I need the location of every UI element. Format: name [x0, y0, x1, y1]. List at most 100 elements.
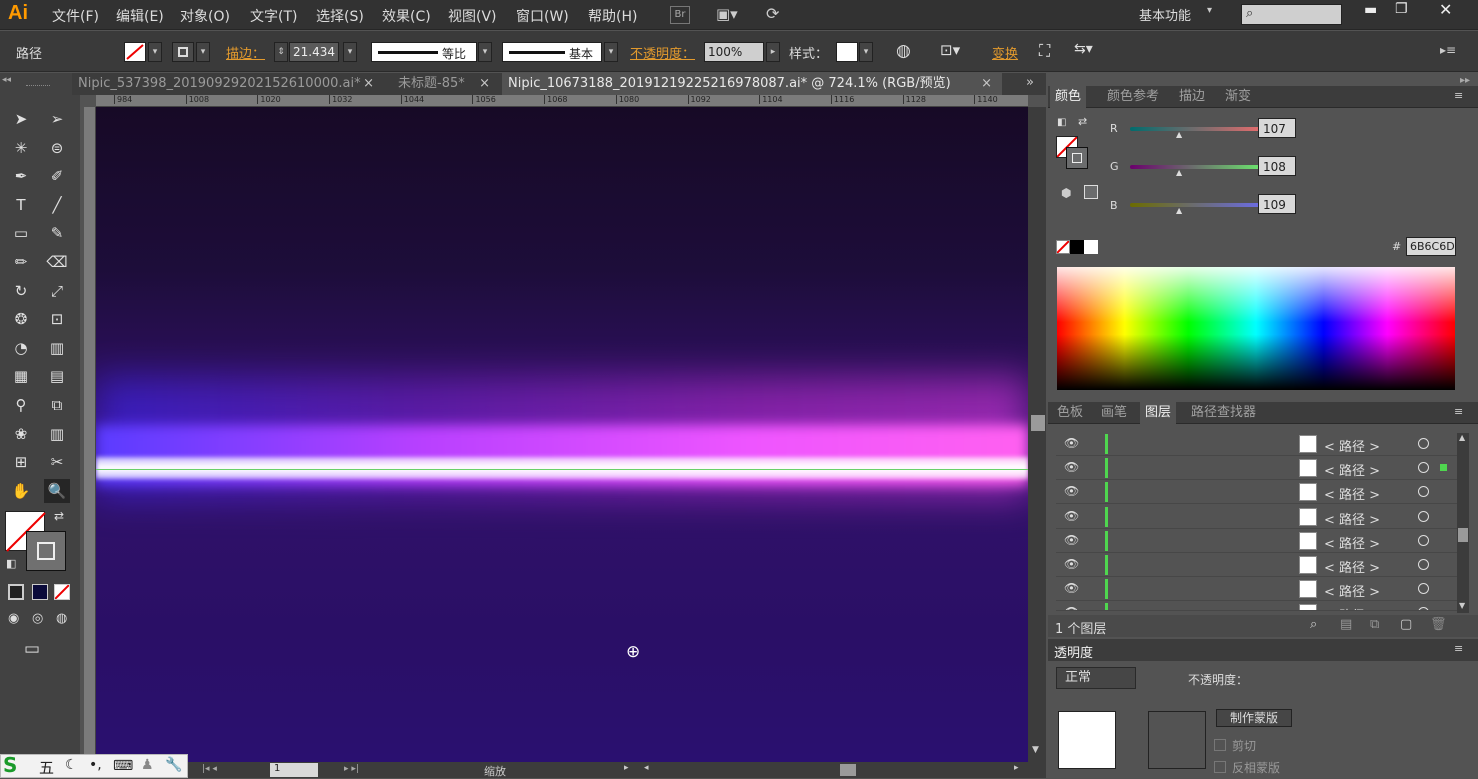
- target-circle-icon[interactable]: [1418, 534, 1429, 546]
- panel-menu-icon[interactable]: ▸≡: [1440, 43, 1456, 57]
- menu-effect[interactable]: 效果(C): [382, 6, 431, 26]
- profile-dropdown[interactable]: ▾: [478, 42, 492, 62]
- web-safe-swatch[interactable]: [1084, 185, 1098, 199]
- none-swatch[interactable]: [1056, 240, 1070, 254]
- target-circle-icon[interactable]: [1418, 486, 1429, 498]
- screen-mode-icon[interactable]: ▭: [24, 639, 40, 659]
- punctuation-icon[interactable]: •,: [89, 757, 102, 773]
- shape-builder-tool-icon[interactable]: ◔: [8, 336, 34, 360]
- blend-tool-icon[interactable]: ⧉: [44, 393, 70, 417]
- rotate-tool-icon[interactable]: ↻: [8, 279, 34, 303]
- artboard-canvas[interactable]: ⊕: [96, 107, 1028, 762]
- recolor-artwork-icon[interactable]: ◍: [896, 41, 911, 61]
- column-graph-tool-icon[interactable]: ▥: [44, 422, 70, 446]
- menu-help[interactable]: 帮助(H): [588, 6, 637, 26]
- tab-document-1[interactable]: Nipic_537398_20190929202152610000.ai* ×: [72, 73, 380, 95]
- out-of-gamut-icon[interactable]: ⬢: [1061, 186, 1071, 200]
- color-panel-menu-icon[interactable]: ≡: [1454, 89, 1463, 102]
- make-mask-button[interactable]: 制作蒙版: [1216, 709, 1292, 727]
- paintbrush-tool-icon[interactable]: ✎: [44, 221, 70, 245]
- layer-name[interactable]: < 路径 >: [1324, 509, 1380, 528]
- layer-row[interactable]: 👁 < 路径 >: [1056, 601, 1459, 612]
- draw-inside-icon[interactable]: ◍: [56, 611, 67, 626]
- draw-behind-icon[interactable]: ◎: [32, 611, 43, 626]
- isolate-icon[interactable]: ⇆▾: [1074, 41, 1093, 57]
- tab-document-2[interactable]: 未标题-85* ×: [392, 73, 496, 95]
- keyboard-icon[interactable]: ⌨: [113, 758, 133, 774]
- hscroll-left-icon[interactable]: ◂: [644, 763, 649, 773]
- target-circle-icon[interactable]: [1418, 559, 1429, 570]
- layer-name[interactable]: < 路径 >: [1324, 484, 1380, 503]
- visibility-eye-icon[interactable]: 👁: [1064, 581, 1079, 595]
- object-thumbnail[interactable]: [1058, 711, 1116, 769]
- stroke-weight-dropdown[interactable]: ▾: [343, 42, 357, 62]
- close-tab-icon[interactable]: ×: [363, 73, 374, 95]
- gradient-tool-icon[interactable]: ▤: [44, 364, 70, 388]
- menu-object[interactable]: 对象(O): [180, 6, 230, 26]
- layer-name[interactable]: < 路径 >: [1324, 460, 1380, 479]
- magic-wand-tool-icon[interactable]: ✳: [8, 136, 34, 160]
- tab-color-guide[interactable]: 颜色参考: [1102, 86, 1164, 108]
- brush-definition[interactable]: 基本: [502, 42, 602, 62]
- scroll-down-icon[interactable]: ▼: [1032, 745, 1039, 755]
- hex-input[interactable]: 6B6C6D: [1406, 237, 1456, 256]
- target-circle-icon[interactable]: [1418, 583, 1429, 595]
- eyedropper-tool-icon[interactable]: ⚲: [8, 393, 34, 417]
- free-transform-tool-icon[interactable]: ⊡: [44, 307, 70, 331]
- fill-dropdown[interactable]: ▾: [148, 42, 162, 62]
- r-value-input[interactable]: 107: [1258, 118, 1296, 138]
- restore-icon[interactable]: ❐: [1395, 1, 1408, 17]
- hand-tool-icon[interactable]: ✋: [8, 479, 34, 503]
- tab-brushes[interactable]: 画笔: [1096, 402, 1132, 424]
- perspective-tool-icon[interactable]: ▥: [44, 336, 70, 360]
- color-spectrum[interactable]: [1057, 267, 1455, 390]
- scale-tool-icon[interactable]: ⤢: [44, 279, 70, 303]
- layer-row[interactable]: 👁 < 路径 >: [1056, 528, 1459, 553]
- new-sublayer-icon[interactable]: ⧉: [1370, 617, 1379, 632]
- mesh-tool-icon[interactable]: ▦: [8, 364, 34, 388]
- pen-tool-icon[interactable]: ✒: [8, 164, 34, 188]
- selected-path-line[interactable]: [96, 469, 1028, 470]
- default-colors-icon[interactable]: ◧: [6, 557, 16, 570]
- hscroll-right-icon[interactable]: ▸: [1014, 763, 1019, 773]
- clip-checkbox[interactable]: [1214, 739, 1226, 751]
- graphic-style-swatch[interactable]: [836, 42, 858, 62]
- transparency-panel-title[interactable]: 透明度: [1054, 642, 1093, 661]
- layers-scroll-down-icon[interactable]: ▼: [1459, 601, 1465, 610]
- stroke-swatch[interactable]: [172, 42, 194, 62]
- layers-panel-menu-icon[interactable]: ≡: [1454, 405, 1463, 418]
- locate-object-icon[interactable]: ⌕: [1310, 617, 1317, 632]
- dock-collapse-icon[interactable]: ▸▸: [1460, 75, 1470, 86]
- g-slider[interactable]: [1130, 165, 1276, 169]
- gradient-mode-icon[interactable]: [32, 584, 48, 600]
- target-circle-icon[interactable]: [1418, 438, 1429, 449]
- visibility-eye-icon[interactable]: 👁: [1064, 436, 1079, 450]
- canvas-vertical-scrollbar[interactable]: ▼: [1028, 107, 1046, 762]
- tab-document-3[interactable]: Nipic_10673188_20191219225216978087.ai* …: [502, 73, 1002, 95]
- tab-stroke[interactable]: 描边: [1174, 86, 1210, 108]
- layer-row[interactable]: 👁 < 路径 >: [1056, 577, 1459, 602]
- invert-mask-checkbox[interactable]: [1214, 761, 1226, 773]
- stroke-weight-stepper[interactable]: ⇕: [274, 42, 288, 62]
- layer-name[interactable]: < 路径 >: [1324, 581, 1380, 600]
- stroke-weight-input[interactable]: 21.434: [289, 42, 339, 62]
- menu-view[interactable]: 视图(V): [448, 6, 497, 26]
- transform-box-icon[interactable]: ⛶: [1039, 41, 1050, 61]
- close-tab-icon[interactable]: ×: [981, 73, 992, 95]
- pencil-tool-icon[interactable]: ✏: [8, 250, 34, 274]
- scroll-thumb[interactable]: [1031, 415, 1045, 431]
- blend-mode-select[interactable]: 正常: [1056, 667, 1136, 689]
- menu-file[interactable]: 文件(F): [52, 6, 99, 26]
- g-value-input[interactable]: 108: [1258, 156, 1296, 176]
- opacity-input[interactable]: 100%: [704, 42, 764, 62]
- layer-row[interactable]: 👁 < 路径 >: [1056, 504, 1459, 529]
- more-tabs-icon[interactable]: »: [1026, 75, 1034, 90]
- warp-tool-icon[interactable]: ❂: [8, 307, 34, 331]
- transparency-panel-menu-icon[interactable]: ≡: [1454, 642, 1463, 655]
- b-value-input[interactable]: 109: [1258, 194, 1296, 214]
- workspace-chevron-icon[interactable]: ▾: [1207, 5, 1212, 16]
- layer-name[interactable]: < 路径 >: [1324, 436, 1380, 455]
- layer-row[interactable]: 👁 < 路径 >: [1056, 480, 1459, 505]
- moon-icon[interactable]: ☾: [65, 757, 78, 773]
- selection-tool-icon[interactable]: ➤: [8, 107, 34, 131]
